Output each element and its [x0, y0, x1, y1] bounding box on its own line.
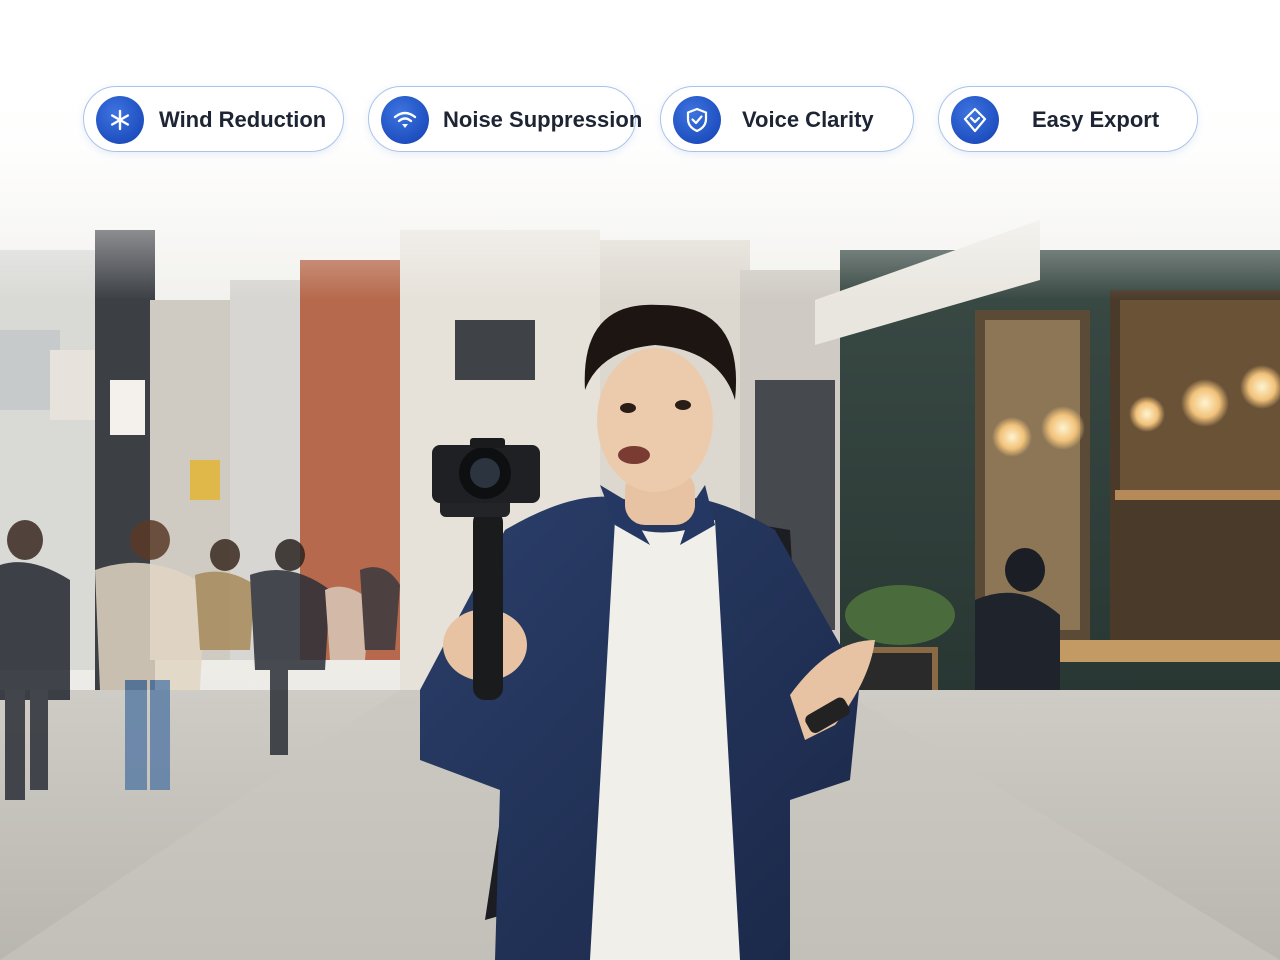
feature-label: Noise Suppression — [443, 107, 643, 132]
feature-pill-voice-clarity: Voice Clarity — [660, 86, 914, 152]
feature-label: Voice Clarity — [742, 107, 874, 132]
shield-check-icon — [673, 96, 721, 144]
snowflake-icon — [96, 96, 144, 144]
feature-pill-wind-reduction: Wind Reduction — [83, 86, 344, 152]
feature-pill-row: Wind Reduction Noise Suppression Voice C… — [0, 0, 1280, 200]
wifi-icon — [381, 96, 429, 144]
feature-pill-easy-export: Easy Export — [938, 86, 1198, 152]
feature-label: Wind Reduction — [159, 107, 327, 132]
feature-pill-noise-suppression: Noise Suppression — [368, 86, 642, 152]
feature-label: Easy Export — [1032, 107, 1160, 132]
export-badge-icon — [951, 96, 999, 144]
